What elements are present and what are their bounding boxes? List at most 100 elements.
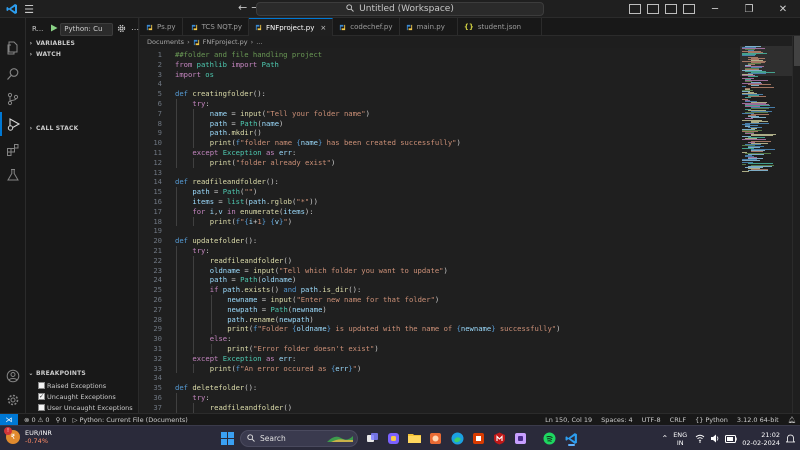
code-line[interactable]: 17 for i,v in enumerate(items):: [140, 207, 740, 217]
code-line[interactable]: 33 print(f"An error occured as {err}"): [140, 364, 740, 374]
breadcrumb-folder[interactable]: Documents: [147, 38, 184, 46]
code-line[interactable]: 15 path = Path(""): [140, 187, 740, 197]
checkbox-unchecked[interactable]: [38, 382, 45, 389]
code-line[interactable]: 6 try:: [140, 99, 740, 109]
toggle-secondary-sidebar-icon[interactable]: [665, 4, 677, 14]
code-line[interactable]: 4: [140, 79, 740, 89]
code-line[interactable]: 23 oldname = input("Tell which folder you…: [140, 266, 740, 276]
debug-configuration-select[interactable]: Python: Cu: [60, 22, 113, 36]
photos-app-icon[interactable]: [427, 430, 443, 446]
more-actions-icon[interactable]: ⋯: [131, 25, 139, 34]
run-and-debug-icon[interactable]: [0, 112, 26, 136]
checkbox-checked[interactable]: ✓: [38, 393, 45, 400]
remote-window-icon[interactable]: ⋊: [0, 413, 18, 426]
code-line[interactable]: 35 def deletefolder():: [140, 383, 740, 393]
tab-codechef-py[interactable]: codechef.py: [333, 18, 400, 36]
volume-icon[interactable]: [710, 434, 720, 443]
close-tab-icon[interactable]: ×: [320, 24, 326, 32]
code-line[interactable]: 37 readfileandfolder(): [140, 403, 740, 413]
code-line[interactable]: 7 name = input("Tell your folder name"): [140, 109, 740, 119]
code-line[interactable]: 8 path = Path(name): [140, 119, 740, 129]
taskbar-search[interactable]: Search: [240, 430, 358, 447]
tab-student-json[interactable]: {} student.json: [458, 18, 543, 36]
code-line[interactable]: 3 import os: [140, 70, 740, 80]
breadcrumb-file[interactable]: FNFproject.py: [203, 38, 248, 46]
close-window-button[interactable]: ✕: [766, 0, 800, 18]
file-explorer-icon[interactable]: [406, 430, 422, 446]
code-line[interactable]: 31 print("Error folder doesn't exist"): [140, 344, 740, 354]
code-line[interactable]: 32 except Exception as err:: [140, 354, 740, 364]
code-line[interactable]: 11 except Exception as err:: [140, 148, 740, 158]
code-line[interactable]: 25 if path.exists() and path.is_dir():: [140, 285, 740, 295]
breakpoint-user-uncaught-exceptions[interactable]: User Uncaught Exceptions: [26, 402, 139, 413]
spotify-icon[interactable]: [541, 430, 557, 446]
accounts-icon[interactable]: [0, 364, 26, 388]
edge-browser-icon[interactable]: [449, 430, 465, 446]
code-line[interactable]: 27 newpath = Path(newname): [140, 305, 740, 315]
variables-section-header[interactable]: › VARIABLES: [26, 38, 139, 49]
code-line[interactable]: 19: [140, 226, 740, 236]
editor-scrollbar[interactable]: [792, 36, 800, 413]
end-of-line-setting[interactable]: CRLF: [670, 416, 686, 424]
code-line[interactable]: 13: [140, 168, 740, 178]
watch-section-header[interactable]: › WATCH: [26, 49, 139, 60]
code-line[interactable]: 16 items = list(path.rglob("*")): [140, 197, 740, 207]
ports-status[interactable]: ⚲ 0: [56, 416, 67, 424]
breakpoint-uncaught-exceptions[interactable]: ✓ Uncaught Exceptions: [26, 391, 139, 402]
command-center[interactable]: Untitled (Workspace): [256, 2, 544, 16]
show-hidden-icons-chevron-icon[interactable]: ⌃: [662, 434, 669, 443]
code-line[interactable]: 20 def updatefolder():: [140, 236, 740, 246]
tab-ps-py[interactable]: Ps.py: [140, 18, 183, 36]
open-launch-json-gear-icon[interactable]: [117, 24, 126, 35]
code-line[interactable]: 30 else:: [140, 334, 740, 344]
windows-start-icon[interactable]: [219, 430, 235, 446]
vscode-taskbar-icon[interactable]: [563, 430, 579, 446]
notifications-icon[interactable]: [786, 434, 795, 444]
code-line[interactable]: 10 print(f"folder name {name} has been cr…: [140, 138, 740, 148]
code-line[interactable]: 21 try:: [140, 246, 740, 256]
code-line[interactable]: 12 print("folder already exist"): [140, 158, 740, 168]
app-tile-icon[interactable]: [512, 430, 528, 446]
search-sidebar-icon[interactable]: [0, 62, 26, 86]
back-arrow-icon[interactable]: ←: [238, 1, 247, 14]
notifications-bell-icon[interactable]: 🔔︎: [788, 416, 796, 424]
code-line[interactable]: 2 from pathlib import Path: [140, 60, 740, 70]
code-line[interactable]: 14 def readfileandfolder():: [140, 177, 740, 187]
breakpoints-section-header[interactable]: ⌄ BREAKPOINTS: [26, 368, 139, 379]
code-line[interactable]: 1 ##folder and file handling project: [140, 50, 740, 60]
code-line[interactable]: 29 print(f"Folder {oldname} is updated wi…: [140, 324, 740, 334]
code-line[interactable]: 24 path = Path(oldname): [140, 275, 740, 285]
toggle-panel-icon[interactable]: [647, 4, 659, 14]
code-line[interactable]: 22 readfileandfolder(): [140, 256, 740, 266]
battery-icon[interactable]: [725, 434, 737, 443]
source-control-icon[interactable]: [0, 87, 26, 111]
customize-layout-icon[interactable]: [683, 4, 695, 14]
code-line[interactable]: 26 newname = input("Enter new name for th…: [140, 295, 740, 305]
code-line[interactable]: 9 path.mkdir(): [140, 128, 740, 138]
code-line[interactable]: 5 def creatingfolder():: [140, 89, 740, 99]
tab-fnfproject-py[interactable]: FNFproject.py ×: [249, 18, 334, 36]
office-app-icon[interactable]: [470, 430, 486, 446]
mcafee-icon[interactable]: [491, 430, 507, 446]
scrollbar-thumb[interactable]: [794, 36, 800, 66]
widgets-ticker[interactable]: ₹! EUR/INR -0.74%: [4, 427, 52, 445]
extensions-icon[interactable]: [0, 138, 26, 162]
code-line[interactable]: 34: [140, 373, 740, 383]
microsoft-copilot-icon[interactable]: [385, 430, 401, 446]
maximize-button[interactable]: ❐: [732, 0, 766, 18]
testing-flask-icon[interactable]: [0, 163, 26, 187]
code-line[interactable]: 36 try:: [140, 393, 740, 403]
tab-tcs-nqt-py[interactable]: TCS NQT.py: [185, 18, 249, 36]
tab-main-py[interactable]: main.py: [400, 18, 458, 36]
breakpoint-raised-exceptions[interactable]: Raised Exceptions: [26, 380, 139, 391]
breadcrumb-symbol[interactable]: ...: [256, 38, 262, 46]
code-line[interactable]: 28 path.rename(newpath): [140, 315, 740, 325]
code-line[interactable]: 18 print(f"{i+1} {v}"): [140, 217, 740, 227]
start-debugging-icon[interactable]: [50, 24, 58, 34]
minimize-button[interactable]: ─: [698, 0, 732, 18]
language-mode[interactable]: {} Python: [695, 416, 728, 424]
minimap[interactable]: [740, 36, 792, 413]
indentation-setting[interactable]: Spaces: 4: [601, 416, 633, 424]
python-interpreter[interactable]: 3.12.0 64-bit: [737, 416, 779, 424]
clock[interactable]: 21:02 02-02-2024: [742, 431, 780, 447]
